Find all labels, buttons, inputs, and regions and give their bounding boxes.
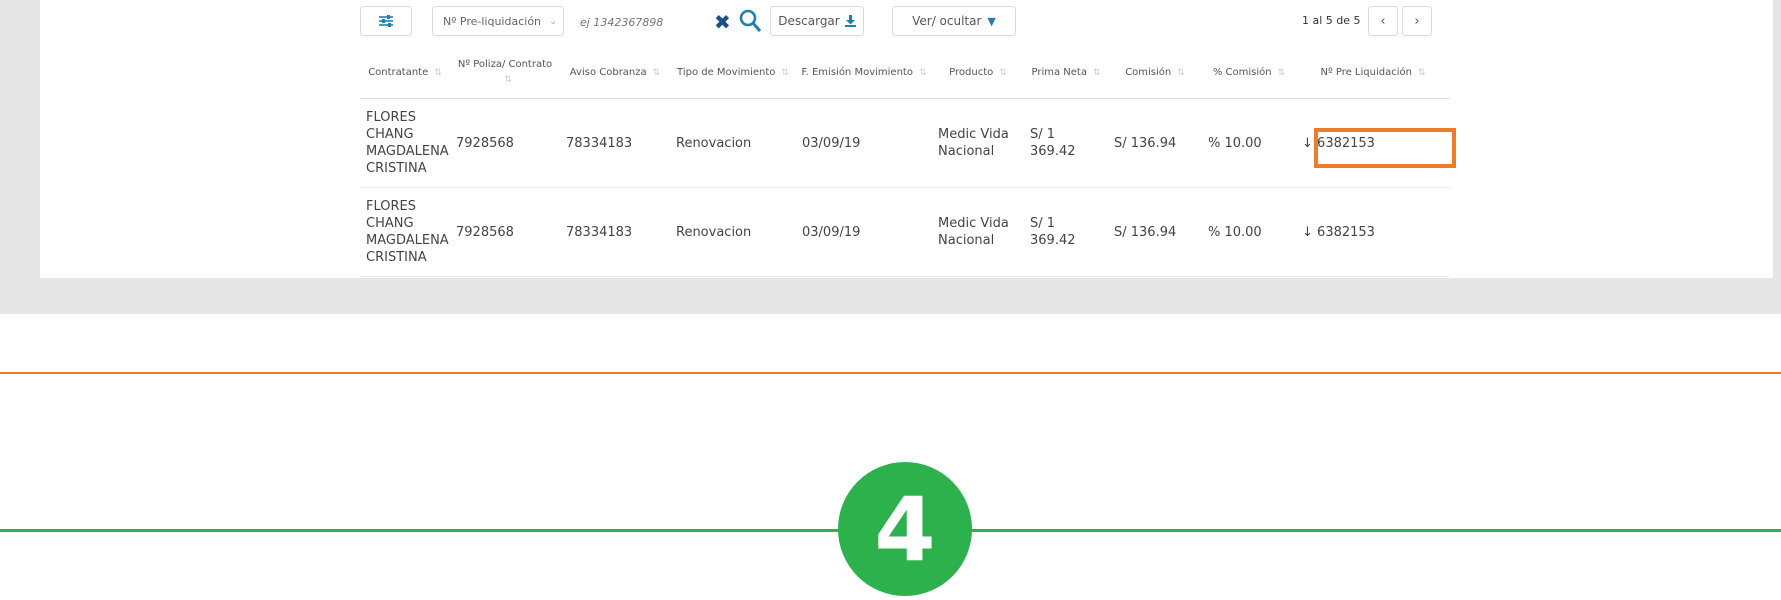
prima-neta: S/ 1 369.42 [1024, 187, 1108, 277]
chevron-left-icon: ‹ [1380, 13, 1386, 29]
table-header-row: Contratante ⇅ Nº Poliza/ Contrato⇅ Aviso … [360, 48, 1450, 99]
close-icon[interactable]: ✖ [714, 10, 731, 34]
column-header[interactable]: Nº Pre Liquidación ⇅ [1296, 48, 1450, 99]
table-toolbar: Nº Pre-liquidación ⌄ ✖ Descargar Ver/ oc… [360, 6, 1460, 40]
column-header[interactable]: Tipo de Movimiento ⇅ [670, 48, 796, 99]
filter-field-select[interactable]: Nº Pre-liquidación ⌄ [432, 6, 564, 36]
download-arrow-icon: ↓ [1302, 224, 1313, 240]
preliquidacion-number: 6382153 [1317, 224, 1375, 240]
table-row: FLORES CHANG MAGDALENA CRISTINA 7928568 … [360, 187, 1450, 277]
show-hide-columns-button[interactable]: Ver/ ocultar ▼ [892, 6, 1016, 36]
search-input[interactable] [578, 6, 702, 38]
results-table: Contratante ⇅ Nº Poliza/ Contrato⇅ Aviso … [360, 48, 1450, 277]
column-header[interactable]: Producto ⇅ [932, 48, 1024, 99]
column-header[interactable]: Nº Poliza/ Contrato⇅ [450, 48, 560, 99]
column-header[interactable]: Prima Neta ⇅ [1024, 48, 1108, 99]
divider-line [0, 372, 1781, 374]
table-row: FLORES CHANG MAGDALENA CRISTINA 7928568 … [360, 98, 1450, 188]
preliquidacion-download-link[interactable]: ↓ 6382153 [1296, 187, 1450, 277]
highlight-box [1314, 128, 1456, 168]
poliza-link[interactable]: 7928568 [450, 187, 560, 277]
chevron-down-icon: ▼ [987, 14, 996, 28]
fecha-emision: 03/09/19 [796, 187, 932, 277]
contratante-link[interactable]: FLORES CHANG MAGDALENA CRISTINA [360, 98, 450, 188]
tipo-movimiento: Renovacion [670, 98, 796, 188]
column-header[interactable]: % Comisión ⇅ [1202, 48, 1296, 99]
prev-page-button[interactable]: ‹ [1368, 6, 1398, 36]
poliza-link[interactable]: 7928568 [450, 98, 560, 188]
download-arrow-icon: ↓ [1302, 135, 1313, 151]
column-header[interactable]: Contratante ⇅ [360, 48, 450, 99]
search-icon[interactable] [738, 8, 762, 34]
filter-field-value: Nº Pre-liquidación [443, 14, 542, 28]
column-header[interactable]: F. Emisión Movimiento ⇅ [796, 48, 932, 99]
producto: Medic Vida Nacional [932, 98, 1024, 188]
filter-button[interactable] [360, 6, 412, 36]
download-icon [844, 15, 856, 27]
next-page-button[interactable]: › [1402, 6, 1432, 36]
download-button[interactable]: Descargar [770, 6, 864, 36]
prima-neta: S/ 1 369.42 [1024, 98, 1108, 188]
aviso-cobranza: 78334183 [560, 98, 670, 188]
pagination-count: 1 al 5 de 5 [1302, 14, 1361, 27]
show-hide-label: Ver/ ocultar [912, 14, 982, 28]
aviso-cobranza: 78334183 [560, 187, 670, 277]
porcentaje-comision: % 10.00 [1202, 98, 1296, 188]
sliders-icon [379, 15, 393, 27]
porcentaje-comision: % 10.00 [1202, 187, 1296, 277]
producto: Medic Vida Nacional [932, 187, 1024, 277]
chevron-right-icon: › [1414, 13, 1420, 29]
contratante-link[interactable]: FLORES CHANG MAGDALENA CRISTINA [360, 187, 450, 277]
download-label: Descargar [778, 14, 840, 28]
fecha-emision: 03/09/19 [796, 98, 932, 188]
comision: S/ 136.94 [1108, 187, 1202, 277]
column-header[interactable]: Aviso Cobranza ⇅ [560, 48, 670, 99]
tipo-movimiento: Renovacion [670, 187, 796, 277]
step-number-badge: 4 [838, 462, 972, 596]
column-header[interactable]: Comisión ⇅ [1108, 48, 1202, 99]
comision: S/ 136.94 [1108, 98, 1202, 188]
chevron-down-icon: ⌄ [549, 15, 558, 27]
